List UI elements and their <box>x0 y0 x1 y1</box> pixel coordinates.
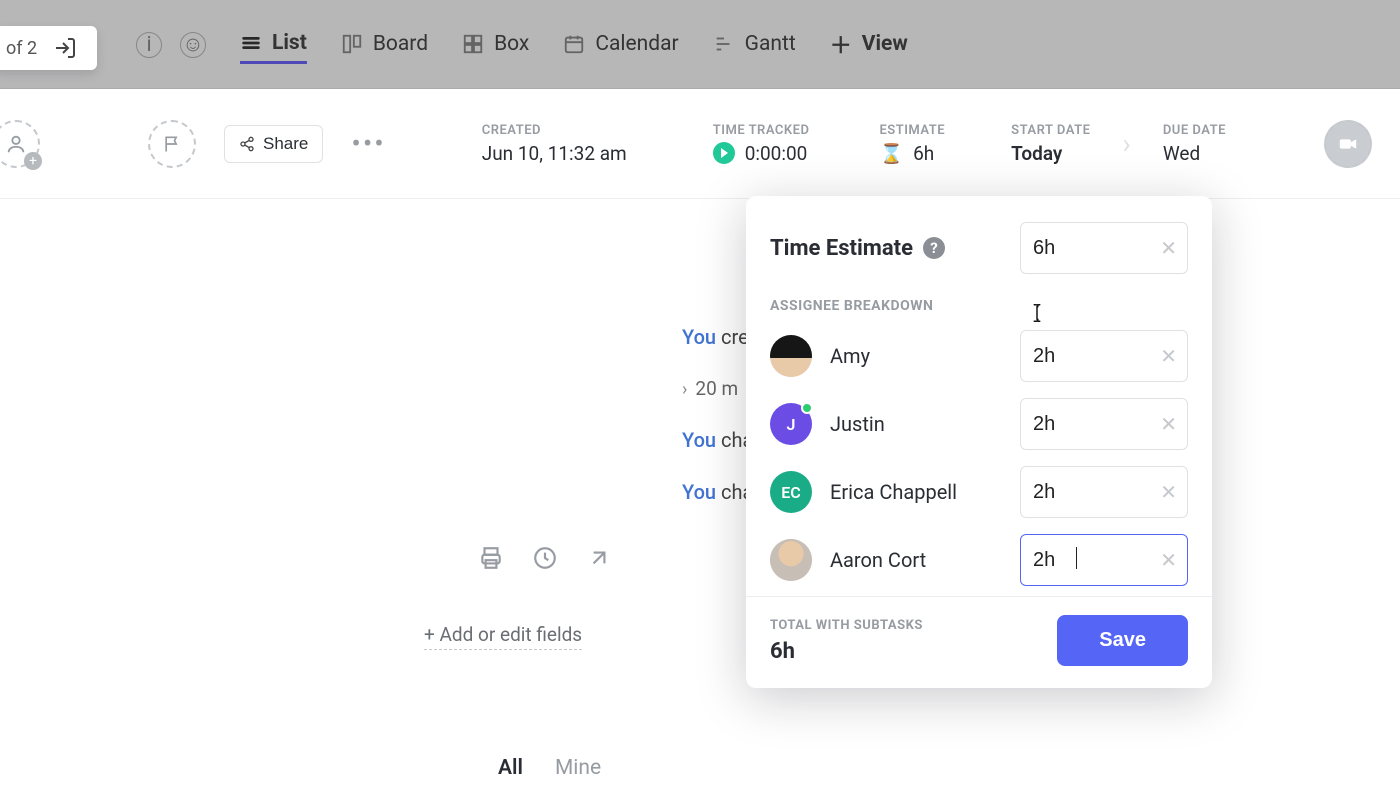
share-icon <box>239 136 255 152</box>
clear-icon[interactable]: ✕ <box>1160 412 1177 436</box>
due-date-block[interactable]: DUE DATE Wed <box>1163 123 1226 165</box>
text-cursor-icon <box>1026 302 1048 324</box>
video-chip[interactable] <box>1324 120 1372 168</box>
total-estimate-input-wrap[interactable]: ✕ <box>1020 222 1188 274</box>
assignee-name: Aaron Cort <box>830 548 1002 572</box>
assignee-row: EC Erica Chappell ✕ <box>770 466 1188 518</box>
box-icon <box>462 33 484 55</box>
clear-icon[interactable]: ✕ <box>1160 344 1177 368</box>
tab-all[interactable]: All <box>498 756 523 780</box>
print-icon[interactable] <box>478 545 504 571</box>
list-icon <box>240 32 262 54</box>
avatar: J <box>770 403 812 445</box>
face-icon[interactable]: ☺ <box>180 32 206 58</box>
assignee-estimate-input[interactable] <box>1033 413 1152 436</box>
tab-gantt[interactable]: Gantt <box>713 32 796 56</box>
assignee-name: Amy <box>830 344 1002 368</box>
total-estimate-input[interactable] <box>1033 237 1152 260</box>
clear-icon[interactable]: ✕ <box>1160 480 1177 504</box>
avatar: EC <box>770 471 812 513</box>
save-button[interactable]: Save <box>1057 615 1188 666</box>
pager-text: of 2 <box>6 38 37 59</box>
popover-title: Time Estimate ? <box>770 236 945 261</box>
help-icon[interactable]: ? <box>923 237 945 259</box>
plus-badge-icon: + <box>24 152 42 170</box>
total-value: 6h <box>770 639 923 664</box>
pager-card[interactable]: of 2 <box>0 26 97 70</box>
tab-calendar[interactable]: Calendar <box>563 32 678 56</box>
exit-icon <box>53 36 77 60</box>
more-menu[interactable]: ••• <box>351 127 385 160</box>
assignee-estimate-input[interactable] <box>1033 345 1152 368</box>
assignee-input-wrap[interactable]: ✕ <box>1020 398 1188 450</box>
breakdown-label: ASSIGNEE BREAKDOWN <box>770 298 1188 314</box>
tab-list[interactable]: List <box>240 31 307 64</box>
total-label: TOTAL WITH SUBTASKS <box>770 618 923 633</box>
tab-board[interactable]: Board <box>341 32 428 56</box>
assignees-chip[interactable]: + <box>0 120 40 168</box>
flag-icon <box>162 134 182 154</box>
created-block: CREATED Jun 10, 11:32 am <box>482 123 627 165</box>
assignee-row: Aaron Cort ✕ <box>770 534 1188 586</box>
expand-icon[interactable] <box>586 545 612 571</box>
avatar <box>770 539 812 581</box>
assignee-input-wrap[interactable]: ✕ <box>1020 534 1188 586</box>
hourglass-icon: ⌛ <box>879 142 903 165</box>
info-icon[interactable]: i <box>136 32 162 58</box>
add-view[interactable]: ＋ View <box>830 28 908 60</box>
clear-icon[interactable]: ✕ <box>1160 548 1177 572</box>
avatar <box>770 335 812 377</box>
plus-icon: ＋ <box>830 28 852 60</box>
assignee-input-wrap[interactable]: ✕ <box>1020 466 1188 518</box>
history-icon[interactable] <box>532 545 558 571</box>
chevron-right-icon: › <box>1118 127 1134 160</box>
assignee-row: J Justin ✕ <box>770 398 1188 450</box>
board-icon <box>341 33 363 55</box>
presence-dot <box>801 402 813 414</box>
user-icon <box>5 133 27 155</box>
tab-box[interactable]: Box <box>462 32 529 56</box>
assignee-row: Amy ✕ <box>770 330 1188 382</box>
add-fields-link[interactable]: + Add or edit fields <box>424 623 582 650</box>
calendar-icon <box>563 33 585 55</box>
assignee-name: Justin <box>830 412 1002 436</box>
assignee-name: Erica Chappell <box>830 480 1002 504</box>
play-icon[interactable] <box>713 142 735 164</box>
gantt-icon <box>713 33 735 55</box>
video-icon <box>1337 133 1359 155</box>
time-estimate-popover: Time Estimate ? ✕ ASSIGNEE BREAKDOWN Amy… <box>746 196 1212 688</box>
assignee-estimate-input[interactable] <box>1033 481 1152 504</box>
share-button[interactable]: Share <box>224 125 323 163</box>
clear-icon[interactable]: ✕ <box>1160 236 1177 260</box>
start-date-block[interactable]: START DATE Today <box>1011 123 1090 165</box>
activity-feed: You cre ›20 m You cha You cha <box>682 325 753 532</box>
priority-chip[interactable] <box>148 120 196 168</box>
estimate-block[interactable]: ESTIMATE ⌛6h <box>879 123 945 165</box>
activity-tabs: All Mine <box>498 756 601 780</box>
assignee-input-wrap[interactable]: ✕ <box>1020 330 1188 382</box>
assignee-estimate-input[interactable] <box>1033 549 1073 572</box>
tab-mine[interactable]: Mine <box>555 756 601 780</box>
time-tracked-block[interactable]: TIME TRACKED 0:00:00 <box>713 123 810 165</box>
